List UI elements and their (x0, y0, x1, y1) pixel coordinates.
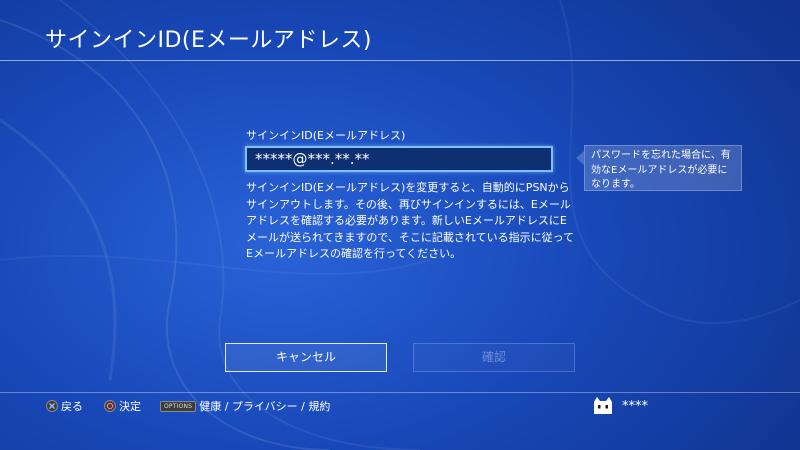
options-button-icon: OPTIONS (160, 400, 197, 412)
footer-health[interactable]: OPTIONS 健康 / プライバシー / 規約 (160, 398, 330, 414)
circle-button-icon (104, 400, 116, 412)
footer-enter[interactable]: 決定 (104, 398, 141, 414)
health-label: 健康 / プライバシー / 規約 (199, 400, 331, 413)
user-profile[interactable]: **** (592, 396, 648, 416)
cancel-button[interactable]: キャンセル (225, 343, 387, 372)
tooltip-pointer (576, 151, 584, 165)
footer-divider (0, 392, 800, 393)
description-text: サインインID(Eメールアドレス)を変更すると、自動的にPSNからサインアウトし… (246, 181, 575, 260)
footer-bar: 戻る 決定 OPTIONS 健康 / プライバシー / 規約 (0, 398, 800, 418)
hint-tooltip: パスワードを忘れた場合に、有効なEメールアドレスが必要になります。 (584, 145, 742, 191)
confirm-button[interactable]: 確認 (413, 343, 575, 372)
enter-label: 決定 (119, 400, 141, 413)
back-label: 戻る (61, 400, 83, 413)
page-title: サインインID(Eメールアドレス) (45, 28, 372, 53)
user-name: **** (622, 398, 648, 414)
footer-back[interactable]: 戻る (46, 398, 83, 414)
signin-id-input[interactable]: *****@***.**.** (245, 146, 553, 172)
header-divider (0, 60, 800, 61)
cross-button-icon (46, 400, 58, 412)
signin-id-label: サインインID(Eメールアドレス) (246, 129, 406, 142)
avatar-icon (594, 397, 612, 414)
